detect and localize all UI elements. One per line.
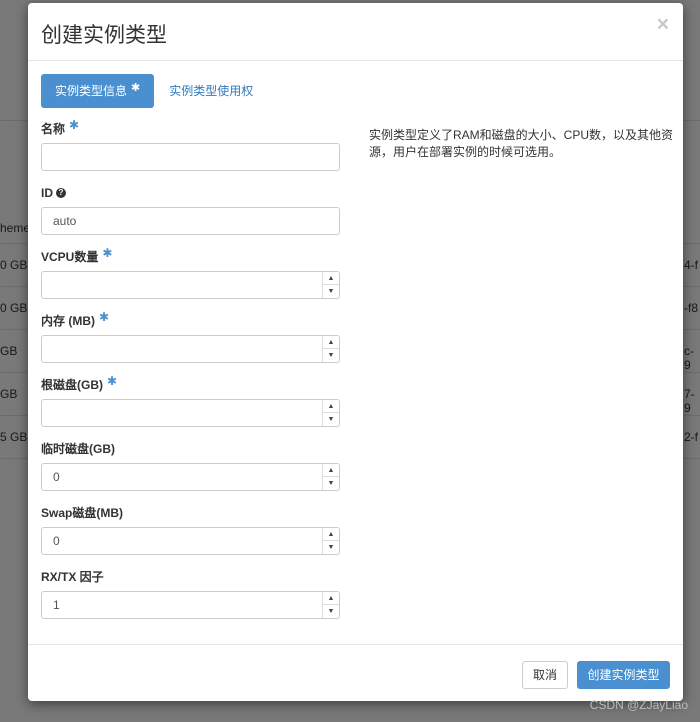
number-spinner: ▲ ▼: [322, 464, 339, 490]
ram-field: 内存 (MB) ✱ ▲ ▼: [41, 310, 343, 365]
swap-disk-field: Swap磁盘(MB) 0 ▲ ▼: [41, 505, 343, 557]
tab-label: 实例类型信息: [55, 84, 128, 98]
spin-down-icon[interactable]: ▼: [323, 349, 339, 362]
watermark: CSDN @ZJayLiao: [589, 698, 688, 712]
input-value: 0: [53, 534, 60, 548]
cancel-button[interactable]: 取消: [522, 661, 568, 689]
input-value: 1: [53, 598, 60, 612]
ram-input[interactable]: ▲ ▼: [41, 335, 340, 363]
spin-down-icon[interactable]: ▼: [323, 477, 339, 490]
vcpu-input[interactable]: ▲ ▼: [41, 271, 340, 299]
swap-disk-label: Swap磁盘(MB): [41, 506, 123, 520]
root-disk-label: 根磁盘(GB) ✱: [41, 374, 343, 393]
tab-flavor-info[interactable]: 实例类型信息 ✱: [41, 74, 155, 108]
swap-disk-input[interactable]: 0 ▲ ▼: [41, 527, 340, 555]
spin-down-icon[interactable]: ▼: [323, 285, 339, 298]
rxtx-factor-field: RX/TX 因子 1 ▲ ▼: [41, 569, 343, 621]
modal-header: 创建实例类型 ×: [28, 3, 683, 61]
modal-footer: 取消 创建实例类型: [28, 644, 683, 702]
spin-up-icon[interactable]: ▲: [323, 464, 339, 477]
spin-up-icon[interactable]: ▲: [323, 528, 339, 541]
tab-bar: 实例类型信息 ✱ 实例类型使用权: [41, 74, 267, 108]
create-flavor-button[interactable]: 创建实例类型: [577, 661, 670, 689]
spin-up-icon[interactable]: ▲: [323, 400, 339, 413]
label-text: ID: [41, 186, 53, 200]
root-disk-field: 根磁盘(GB) ✱ ▲ ▼: [41, 374, 343, 429]
spin-up-icon[interactable]: ▲: [323, 336, 339, 349]
spin-down-icon[interactable]: ▼: [323, 541, 339, 554]
id-input[interactable]: auto: [41, 207, 340, 235]
tab-flavor-access[interactable]: 实例类型使用权: [154, 74, 267, 108]
required-icon: ✱: [99, 310, 110, 324]
number-spinner: ▲ ▼: [322, 272, 339, 298]
ephemeral-disk-input[interactable]: 0 ▲ ▼: [41, 463, 340, 491]
root-disk-input[interactable]: ▲ ▼: [41, 399, 340, 427]
flavor-description: 实例类型定义了RAM和磁盘的大小、CPU数，以及其他资源，用户在部署实例的时候可…: [369, 128, 674, 159]
close-icon[interactable]: ×: [657, 13, 669, 37]
number-spinner: ▲ ▼: [322, 528, 339, 554]
id-label: ID?: [41, 185, 343, 201]
spin-down-icon[interactable]: ▼: [323, 413, 339, 426]
name-field: 名称 ✱: [41, 118, 343, 173]
spin-down-icon[interactable]: ▼: [323, 605, 339, 618]
ephemeral-disk-field: 临时磁盘(GB) 0 ▲ ▼: [41, 441, 343, 493]
label-text: 根磁盘(GB): [41, 378, 103, 392]
spin-up-icon[interactable]: ▲: [323, 272, 339, 285]
required-icon: ✱: [107, 374, 118, 388]
rxtx-factor-input[interactable]: 1 ▲ ▼: [41, 591, 340, 619]
spin-up-icon[interactable]: ▲: [323, 592, 339, 605]
modal-title: 创建实例类型: [41, 23, 167, 47]
input-value: 0: [53, 470, 60, 484]
id-field: ID? auto: [41, 185, 343, 237]
number-spinner: ▲ ▼: [322, 400, 339, 426]
ephemeral-disk-label: 临时磁盘(GB): [41, 442, 115, 456]
label-text: 名称: [41, 122, 66, 136]
vcpu-field: VCPU数量 ✱ ▲ ▼: [41, 246, 343, 301]
required-icon: ✱: [69, 118, 80, 132]
required-icon: ✱: [131, 82, 141, 94]
number-spinner: ▲ ▼: [322, 592, 339, 618]
ram-label: 内存 (MB) ✱: [41, 310, 343, 329]
help-icon[interactable]: ?: [56, 187, 66, 198]
required-icon: ✱: [102, 246, 113, 260]
number-spinner: ▲ ▼: [322, 336, 339, 362]
name-input[interactable]: [41, 143, 340, 171]
rxtx-factor-label: RX/TX 因子: [41, 570, 104, 584]
label-text: VCPU数量: [41, 250, 99, 264]
vcpu-label: VCPU数量 ✱: [41, 246, 343, 265]
name-label: 名称 ✱: [41, 118, 343, 137]
create-flavor-modal: 创建实例类型 × 实例类型信息 ✱ 实例类型使用权 名称 ✱ ID? auto VCP…: [28, 3, 683, 701]
label-text: 内存 (MB): [41, 314, 95, 328]
